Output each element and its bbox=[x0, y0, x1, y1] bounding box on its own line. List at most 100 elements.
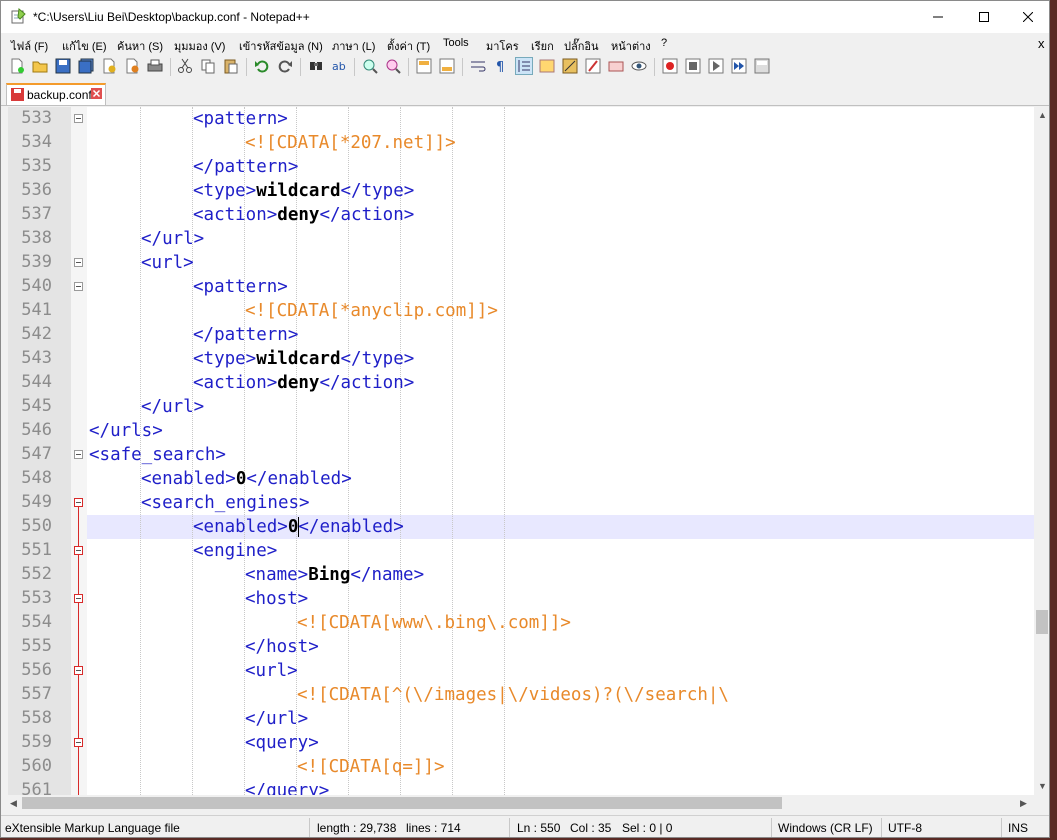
menu-edit[interactable]: แก้ไข (E) bbox=[62, 37, 107, 55]
tab-backup-conf[interactable]: backup.conf bbox=[6, 83, 106, 105]
udl-icon[interactable] bbox=[539, 58, 555, 74]
scroll-down-icon[interactable]: ▼ bbox=[1038, 781, 1047, 791]
menu-macro[interactable]: มาโคร bbox=[486, 37, 519, 55]
fold-toggle-icon[interactable] bbox=[74, 738, 83, 747]
code-editor[interactable]: 533 <pattern> 534 <![CDATA[*207.net]]> 535 </… bbox=[8, 107, 1034, 795]
status-eol[interactable]: Windows (CR LF) bbox=[778, 821, 873, 835]
fold-toggle-icon[interactable] bbox=[74, 450, 83, 459]
code-line[interactable]: 533 <pattern> bbox=[8, 107, 1034, 131]
menu-search[interactable]: ค้นหา (S) bbox=[117, 37, 163, 55]
code-line[interactable]: 538 </url> bbox=[8, 227, 1034, 251]
close-document-button[interactable]: x bbox=[1038, 36, 1045, 51]
code-line[interactable]: 549 <search_engines> bbox=[8, 491, 1034, 515]
show-all-characters-icon[interactable]: ¶ bbox=[493, 58, 509, 74]
code-line[interactable]: 558 </url> bbox=[8, 707, 1034, 731]
code-line[interactable]: 561 </query> bbox=[8, 779, 1034, 795]
word-wrap-icon[interactable] bbox=[470, 58, 486, 74]
scroll-left-icon[interactable]: ◀ bbox=[10, 798, 17, 809]
maximize-button[interactable] bbox=[961, 1, 1007, 33]
save-icon[interactable] bbox=[55, 58, 71, 74]
code-line[interactable]: 542 </pattern> bbox=[8, 323, 1034, 347]
code-line[interactable]: 548 <enabled>0</enabled> bbox=[8, 467, 1034, 491]
fold-toggle-icon[interactable] bbox=[74, 546, 83, 555]
monitoring-icon[interactable] bbox=[631, 58, 647, 74]
scroll-up-icon[interactable]: ▲ bbox=[1038, 110, 1047, 120]
indent-guide-icon[interactable] bbox=[515, 57, 533, 75]
menu-run[interactable]: เรียก bbox=[531, 37, 554, 55]
print-icon[interactable] bbox=[147, 58, 163, 74]
code-line[interactable]: 546 </urls> bbox=[8, 419, 1034, 443]
close-tab-icon[interactable] bbox=[91, 88, 102, 99]
menu-help[interactable]: ? bbox=[661, 37, 667, 49]
code-line[interactable]: 550 <enabled>0</enabled> bbox=[8, 515, 1034, 539]
copy-icon[interactable] bbox=[200, 58, 216, 74]
code-line[interactable]: 540 <pattern> bbox=[8, 275, 1034, 299]
open-file-icon[interactable] bbox=[32, 58, 48, 74]
record-macro-icon[interactable] bbox=[662, 58, 678, 74]
save-all-icon[interactable] bbox=[78, 58, 94, 74]
undo-icon[interactable] bbox=[254, 58, 270, 74]
new-file-icon[interactable] bbox=[9, 58, 25, 74]
status-encoding[interactable]: UTF-8 bbox=[888, 821, 922, 835]
find-icon[interactable] bbox=[308, 58, 324, 74]
run-macro-multiple-icon[interactable] bbox=[731, 58, 747, 74]
code-line[interactable]: 555 </host> bbox=[8, 635, 1034, 659]
code-line[interactable]: 554 <![CDATA[www\.bing\.com]]> bbox=[8, 611, 1034, 635]
menu-file[interactable]: ไฟล์ (F) bbox=[11, 37, 48, 55]
code-line[interactable]: 543 <type>wildcard</type> bbox=[8, 347, 1034, 371]
vertical-scroll-thumb[interactable] bbox=[1036, 610, 1048, 634]
zoom-out-icon[interactable] bbox=[385, 58, 401, 74]
code-line[interactable]: 551 <engine> bbox=[8, 539, 1034, 563]
fold-toggle-icon[interactable] bbox=[74, 594, 83, 603]
minimize-button[interactable] bbox=[915, 1, 961, 33]
zoom-in-icon[interactable] bbox=[362, 58, 378, 74]
horizontal-scroll-thumb[interactable] bbox=[22, 797, 782, 809]
close-button[interactable] bbox=[1005, 1, 1049, 33]
code-line[interactable]: 553 <host> bbox=[8, 587, 1034, 611]
code-line[interactable]: 539 <url> bbox=[8, 251, 1034, 275]
menu-encoding[interactable]: เข้ารหัสข้อมูล (N) bbox=[239, 37, 323, 55]
code-line[interactable]: 541 <![CDATA[*anyclip.com]]> bbox=[8, 299, 1034, 323]
menu-view[interactable]: มุมมอง (V) bbox=[174, 37, 225, 55]
code-line[interactable]: 559 <query> bbox=[8, 731, 1034, 755]
code-line[interactable]: 560 <![CDATA[q=]]> bbox=[8, 755, 1034, 779]
play-macro-icon[interactable] bbox=[708, 58, 724, 74]
code-line[interactable]: 557 <![CDATA[^(\/images|\/videos)?(\/sear… bbox=[8, 683, 1034, 707]
vertical-scrollbar[interactable]: ▲ ▼ bbox=[1034, 107, 1049, 795]
status-insert-mode[interactable]: INS bbox=[1008, 821, 1028, 835]
code-line[interactable]: 544 <action>deny</action> bbox=[8, 371, 1034, 395]
doc-map-icon[interactable] bbox=[562, 58, 578, 74]
menu-settings[interactable]: ตั้งค่า (T) bbox=[387, 37, 430, 55]
code-line[interactable]: 535 </pattern> bbox=[8, 155, 1034, 179]
folder-workspace-icon[interactable] bbox=[608, 58, 624, 74]
fold-toggle-icon[interactable] bbox=[74, 666, 83, 675]
code-line[interactable]: 536 <type>wildcard</type> bbox=[8, 179, 1034, 203]
horizontal-scrollbar[interactable]: ◀ ▶ bbox=[8, 795, 1034, 811]
code-line[interactable]: 556 <url> bbox=[8, 659, 1034, 683]
menu-plugins[interactable]: ปลั๊กอิน bbox=[564, 37, 599, 55]
code-line[interactable]: 547 <safe_search> bbox=[8, 443, 1034, 467]
close-file-icon[interactable] bbox=[101, 58, 117, 74]
code-line[interactable]: 545 </url> bbox=[8, 395, 1034, 419]
code-line[interactable]: 534 <![CDATA[*207.net]]> bbox=[8, 131, 1034, 155]
fold-toggle-icon[interactable] bbox=[74, 282, 83, 291]
sync-vertical-icon[interactable] bbox=[416, 58, 432, 74]
cut-icon[interactable] bbox=[177, 58, 193, 74]
menu-window[interactable]: หน้าต่าง bbox=[611, 37, 651, 55]
fold-toggle-icon[interactable] bbox=[74, 258, 83, 267]
stop-macro-icon[interactable] bbox=[685, 58, 701, 74]
fold-toggle-icon[interactable] bbox=[74, 114, 83, 123]
menu-tools[interactable]: Tools bbox=[443, 37, 469, 49]
code-line[interactable]: 537 <action>deny</action> bbox=[8, 203, 1034, 227]
save-macro-icon[interactable] bbox=[754, 58, 770, 74]
sync-horizontal-icon[interactable] bbox=[439, 58, 455, 74]
redo-icon[interactable] bbox=[277, 58, 293, 74]
replace-icon[interactable]: ab bbox=[331, 58, 347, 74]
code-line[interactable]: 552 <name>Bing</name> bbox=[8, 563, 1034, 587]
scroll-right-icon[interactable]: ▶ bbox=[1020, 798, 1027, 809]
paste-icon[interactable] bbox=[223, 58, 239, 74]
menu-language[interactable]: ภาษา (L) bbox=[332, 37, 375, 55]
function-list-icon[interactable] bbox=[585, 58, 601, 74]
close-all-icon[interactable] bbox=[124, 58, 140, 74]
fold-toggle-icon[interactable] bbox=[74, 498, 83, 507]
